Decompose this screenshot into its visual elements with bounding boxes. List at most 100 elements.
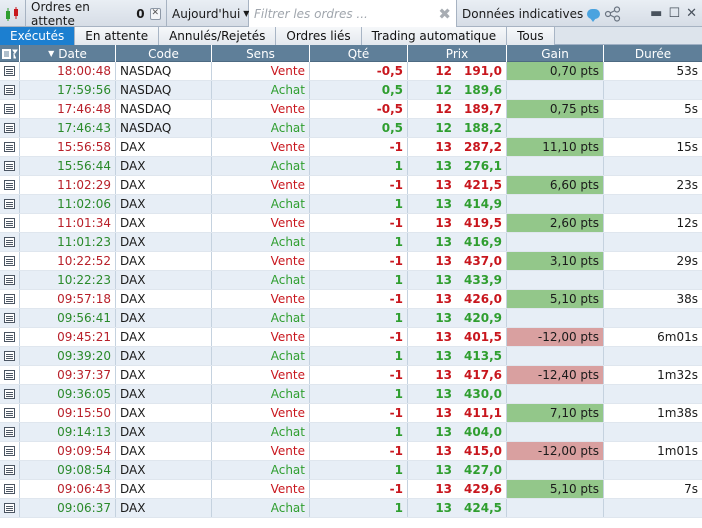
cell-code: DAX: [116, 309, 212, 327]
table-row[interactable]: 09:09:54 DAX Vente -1 13 415,0 -12,00 pts 1m01s: [0, 442, 702, 461]
order-details-icon[interactable]: [0, 119, 20, 137]
cell-prix: 13 419,5: [408, 214, 507, 232]
order-details-icon[interactable]: [0, 81, 20, 99]
share-network-icon[interactable]: [604, 5, 622, 22]
cell-date: 09:14:13: [20, 423, 116, 441]
order-details-icon[interactable]: [0, 442, 20, 460]
table-row[interactable]: 09:06:37 DAX Achat 1 13 424,5: [0, 499, 702, 518]
table-row[interactable]: 09:36:05 DAX Achat 1 13 430,0: [0, 385, 702, 404]
table-row[interactable]: 09:37:37 DAX Vente -1 13 417,6 -12,40 pts 1m32s: [0, 366, 702, 385]
cell-gain: 7,10 pts: [507, 404, 604, 422]
table-row[interactable]: 09:08:54 DAX Achat 1 13 427,0: [0, 461, 702, 480]
column-header-sens[interactable]: Sens: [212, 45, 310, 62]
prix-decimal: 189,6: [464, 83, 502, 97]
table-row[interactable]: 18:00:48 NASDAQ Vente -0,5 12 191,0 0,70 pts 53…: [0, 62, 702, 81]
order-details-icon[interactable]: [0, 328, 20, 346]
order-details-icon[interactable]: [0, 461, 20, 479]
table-row[interactable]: 09:15:50 DAX Vente -1 13 411,1 7,10 pts 1m38s: [0, 404, 702, 423]
tab-trading-automatique[interactable]: Trading automatique: [361, 27, 508, 45]
cell-code: DAX: [116, 138, 212, 156]
tab-annules-rejetes[interactable]: Annulés/Rejetés: [159, 27, 277, 45]
cell-code: DAX: [116, 195, 212, 213]
table-row[interactable]: 11:01:23 DAX Achat 1 13 416,9: [0, 233, 702, 252]
column-header-gain[interactable]: Gain: [507, 45, 604, 62]
column-header-duree[interactable]: Durée: [604, 45, 702, 62]
order-details-icon[interactable]: [0, 271, 20, 289]
column-header-date[interactable]: ▼ Date: [20, 45, 116, 62]
table-row[interactable]: 11:02:06 DAX Achat 1 13 414,9: [0, 195, 702, 214]
column-header-qte[interactable]: Qté: [310, 45, 408, 62]
cell-duree: [604, 119, 702, 137]
maximize-icon[interactable]: ☐: [668, 6, 680, 21]
cell-prix: 12 189,7: [408, 100, 507, 118]
order-details-icon[interactable]: [0, 214, 20, 232]
table-row[interactable]: 10:22:52 DAX Vente -1 13 437,0 3,10 pts 29s: [0, 252, 702, 271]
order-details-icon[interactable]: [0, 233, 20, 251]
order-details-icon[interactable]: [0, 385, 20, 403]
order-details-icon[interactable]: [0, 499, 20, 517]
column-header-prix[interactable]: Prix: [408, 45, 507, 62]
cell-prix: 13 429,6: [408, 480, 507, 498]
cell-duree: [604, 195, 702, 213]
order-details-icon[interactable]: [0, 423, 20, 441]
clear-filter-icon[interactable]: ✖: [438, 5, 451, 23]
close-window-icon[interactable]: ✕: [686, 6, 697, 21]
minimize-icon[interactable]: ▬: [650, 6, 662, 21]
table-row[interactable]: 09:56:41 DAX Achat 1 13 420,9: [0, 309, 702, 328]
table-row[interactable]: 09:06:43 DAX Vente -1 13 429,6 5,10 pts 7s: [0, 480, 702, 499]
order-details-icon[interactable]: [0, 347, 20, 365]
prix-integer: 13: [435, 482, 453, 496]
cell-duree: [604, 309, 702, 327]
cell-date: 17:59:56: [20, 81, 116, 99]
prix-integer: 12: [435, 64, 453, 78]
prix-decimal: 413,5: [464, 349, 502, 363]
tab-executes[interactable]: Exécutés: [0, 27, 76, 45]
tab-en-attente[interactable]: En attente: [75, 27, 160, 45]
order-details-icon[interactable]: [0, 366, 20, 384]
table-row[interactable]: 09:14:13 DAX Achat 1 13 404,0: [0, 423, 702, 442]
table-row[interactable]: 10:22:23 DAX Achat 1 13 433,9: [0, 271, 702, 290]
order-details-icon[interactable]: [0, 309, 20, 327]
order-details-icon[interactable]: [0, 176, 20, 194]
table-row[interactable]: 17:59:56 NASDAQ Achat 0,5 12 189,6: [0, 81, 702, 100]
date-filter-dropdown[interactable]: Aujourd'hui ▼: [167, 0, 249, 27]
order-details-icon[interactable]: [0, 138, 20, 156]
order-details-icon[interactable]: [0, 62, 20, 80]
prix-decimal: 426,0: [464, 292, 502, 306]
cell-duree: [604, 385, 702, 403]
speech-bubble-icon[interactable]: [587, 8, 601, 22]
cell-date: 11:02:29: [20, 176, 116, 194]
column-header-code[interactable]: Code: [116, 45, 212, 62]
table-row[interactable]: 09:39:20 DAX Achat 1 13 413,5: [0, 347, 702, 366]
table-row[interactable]: 15:56:44 DAX Achat 1 13 276,1: [0, 157, 702, 176]
column-settings-icon[interactable]: [0, 45, 20, 62]
cell-gain: [507, 119, 604, 137]
order-details-icon[interactable]: [0, 480, 20, 498]
order-details-icon[interactable]: [0, 157, 20, 175]
filter-orders-input[interactable]: [254, 6, 424, 21]
table-row[interactable]: 11:02:29 DAX Vente -1 13 421,5 6,60 pts 23s: [0, 176, 702, 195]
prix-integer: 13: [435, 501, 453, 515]
table-row[interactable]: 09:57:18 DAX Vente -1 13 426,0 5,10 pts 38s: [0, 290, 702, 309]
table-row[interactable]: 17:46:48 NASDAQ Vente -0,5 12 189,7 0,75 pts 5s: [0, 100, 702, 119]
table-row[interactable]: 11:01:34 DAX Vente -1 13 419,5 2,60 pts 12s: [0, 214, 702, 233]
cell-gain: 6,60 pts: [507, 176, 604, 194]
gain-value: [507, 81, 603, 99]
table-row[interactable]: 09:45:21 DAX Vente -1 13 401,5 -12,00 pts 6m01s: [0, 328, 702, 347]
cell-sens: Vente: [212, 252, 310, 270]
order-details-icon[interactable]: [0, 290, 20, 308]
tab-ordres-lies[interactable]: Ordres liés: [276, 27, 362, 45]
order-details-icon[interactable]: [0, 195, 20, 213]
close-panel-icon[interactable]: ✕: [149, 7, 161, 20]
gain-value: [507, 499, 603, 517]
order-details-icon[interactable]: [0, 252, 20, 270]
gain-value: -12,00 pts: [507, 328, 603, 346]
tab-tous[interactable]: Tous: [507, 27, 555, 45]
table-row[interactable]: 15:56:58 DAX Vente -1 13 287,2 11,10 pts 15s: [0, 138, 702, 157]
table-row[interactable]: 17:46:43 NASDAQ Achat 0,5 12 188,2: [0, 119, 702, 138]
order-details-icon[interactable]: [0, 404, 20, 422]
cell-code: NASDAQ: [116, 62, 212, 80]
order-details-icon[interactable]: [0, 100, 20, 118]
cell-sens: Vente: [212, 100, 310, 118]
chart-icon[interactable]: [0, 0, 26, 27]
